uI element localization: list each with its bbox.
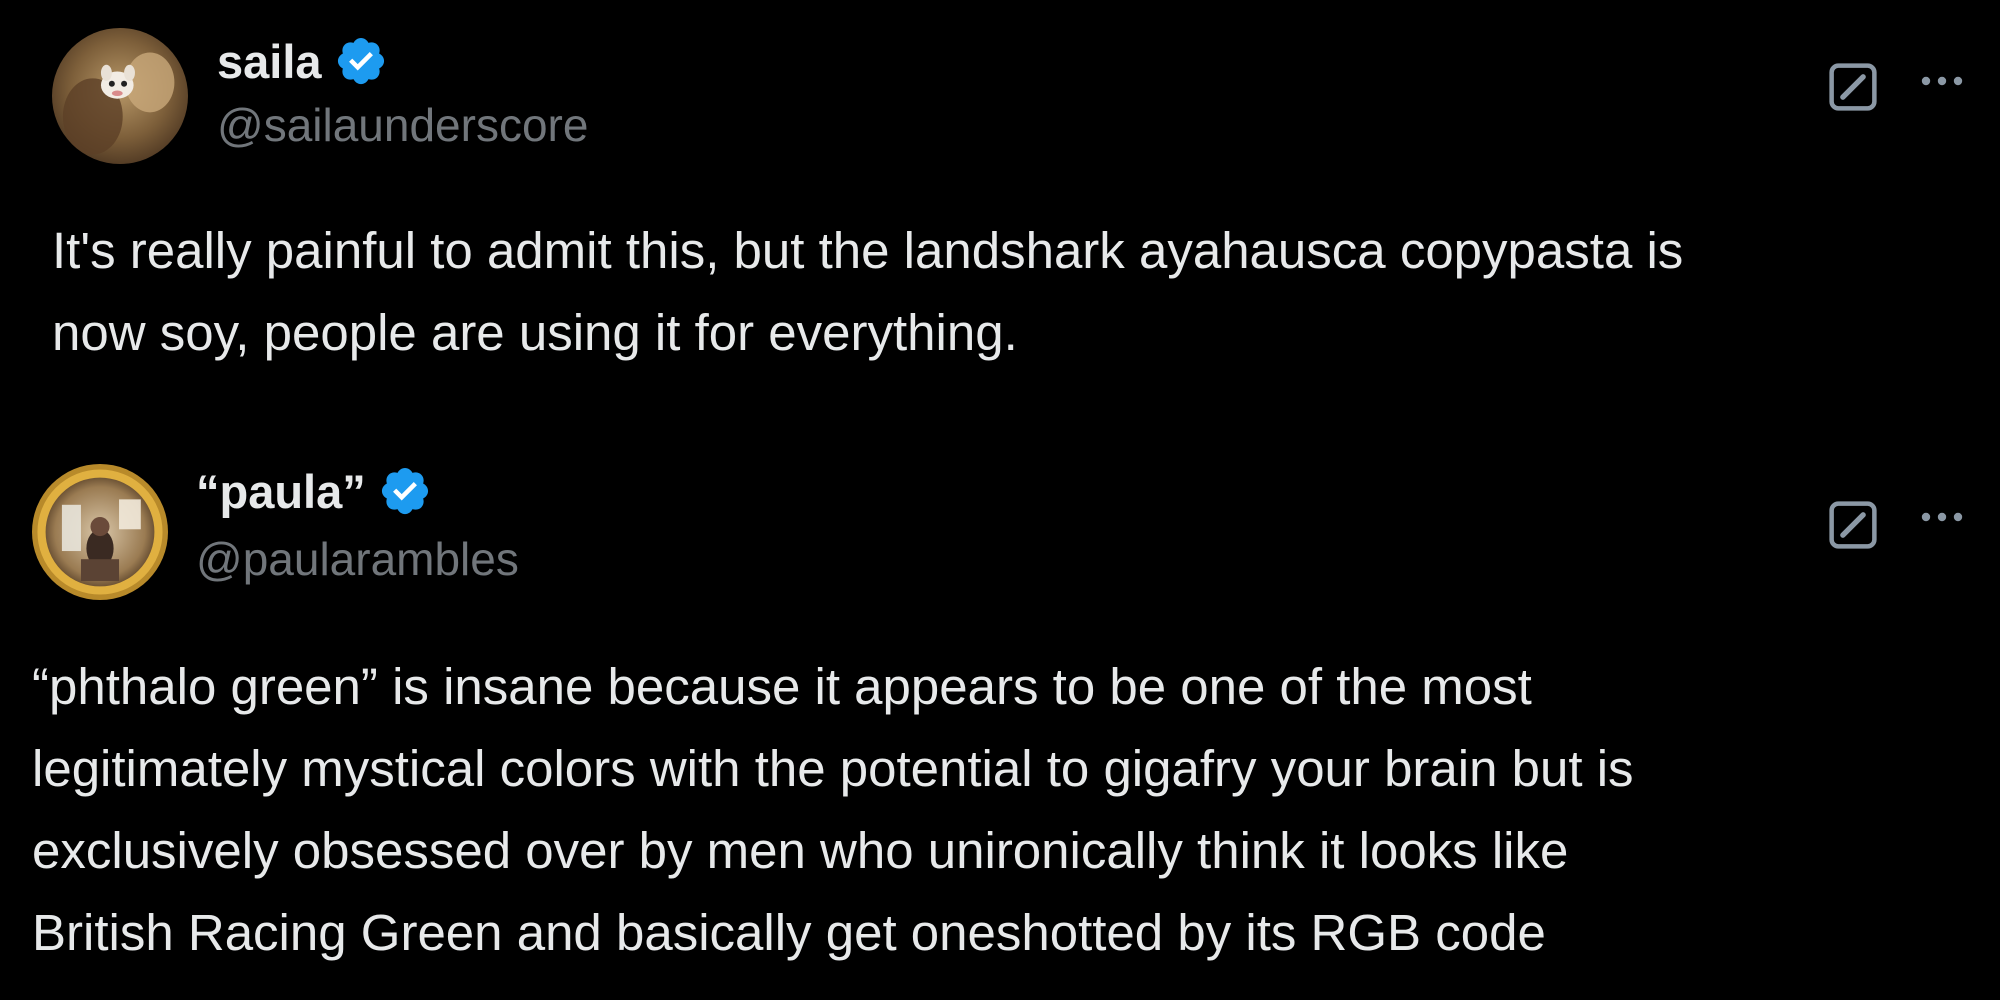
verified-badge-icon	[378, 464, 432, 518]
avatar[interactable]	[52, 28, 188, 164]
grok-icon[interactable]	[1826, 498, 1880, 552]
avatar-image	[52, 28, 188, 164]
handle[interactable]: @paularambles	[196, 532, 519, 586]
tweet: saila @sailaunderscore It's really painf…	[0, 0, 2000, 440]
avatar[interactable]	[32, 464, 168, 600]
grok-icon[interactable]	[1826, 60, 1880, 114]
more-options-icon[interactable]	[1916, 502, 1968, 532]
tweet-text: It's really painful to admit this, but t…	[52, 222, 1684, 361]
tweet-text: “phthalo green” is insane because it app…	[32, 658, 1634, 961]
handle[interactable]: @sailaunderscore	[217, 98, 588, 152]
display-name-text: saila	[217, 34, 322, 88]
avatar-image	[32, 464, 168, 600]
display-name[interactable]: “paula”	[196, 460, 432, 522]
display-name-text: “paula”	[196, 464, 366, 518]
display-name[interactable]: saila	[217, 30, 388, 92]
tweet: “paula” @paularambles “phthalo green” is…	[0, 440, 2000, 1000]
verified-badge-icon	[334, 34, 388, 88]
more-options-icon[interactable]	[1916, 66, 1968, 96]
